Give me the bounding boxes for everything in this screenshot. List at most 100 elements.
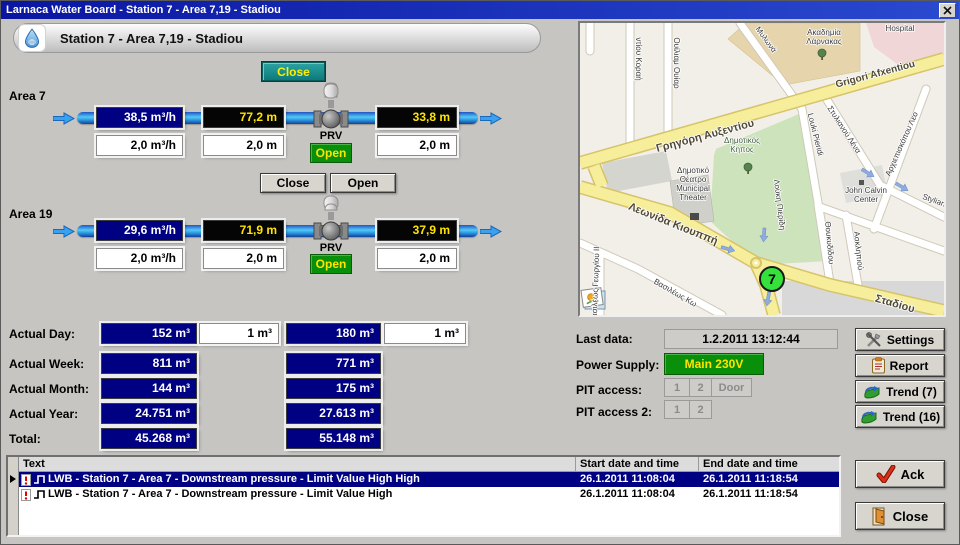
svg-text:Θέατρο: Θέατρο — [680, 175, 707, 184]
door-icon — [872, 507, 888, 526]
area19-open-button[interactable]: Open — [330, 173, 396, 193]
close-button-label: Close — [893, 509, 928, 524]
alarm-end: 26.1.2011 11:18:54 — [699, 487, 835, 502]
page-title: Station 7 - Area 7,19 - Stadiou — [60, 31, 243, 46]
total-label: Total: — [9, 432, 41, 446]
area7-downstream-setpoint-input[interactable]: 2,0 m — [377, 135, 457, 156]
ack-button[interactable]: Ack — [855, 460, 945, 488]
johncalvin-icon — [859, 180, 864, 185]
water-drop-icon — [18, 24, 46, 52]
svg-text:Municipal: Municipal — [676, 184, 710, 193]
week-total-2: 771 m³ — [286, 353, 381, 374]
svg-text:Κήπος: Κήπος — [730, 145, 754, 154]
alarm-step-icon — [33, 474, 46, 485]
flow-out-arrow — [480, 225, 502, 238]
area19-downstream-pressure: 37,9 m — [377, 220, 457, 241]
area7-prv-status: Open — [310, 143, 352, 163]
area7-label: Area 7 — [9, 89, 46, 103]
svg-text:7: 7 — [768, 271, 776, 287]
area19-prv-status: Open — [310, 254, 352, 274]
tools-icon — [866, 332, 882, 348]
flow-out-arrow — [480, 112, 502, 125]
settings-button[interactable]: Settings — [855, 328, 945, 351]
area19-close-button[interactable]: Close — [260, 173, 326, 193]
alarm-col-end[interactable]: End date and time — [699, 457, 839, 472]
area19-upstream-setpoint-input[interactable]: 2,0 m — [203, 248, 284, 269]
trend-icon — [863, 385, 881, 399]
day-total-2: 180 m³ — [286, 323, 381, 344]
svg-text:Center: Center — [854, 195, 878, 204]
trend16-button[interactable]: Trend (16) — [855, 405, 945, 428]
alarm-state-icon — [21, 474, 31, 486]
alarm-start: 26.1.2011 11:08:04 — [576, 472, 699, 487]
area19-downstream-setpoint-input[interactable]: 2,0 m — [377, 248, 457, 269]
area7-upstream-setpoint-input[interactable]: 2,0 m — [203, 135, 284, 156]
pit-access2-label: PIT access 2: — [576, 405, 652, 419]
title-bar: Larnaca Water Board - Station 7 - Area 7… — [1, 1, 959, 19]
power-supply-label: Power Supply: — [576, 358, 659, 372]
station-marker[interactable]: 7 — [760, 267, 784, 291]
alarm-marker-column — [8, 457, 19, 535]
area19-flow-value: 29,6 m³/h — [96, 220, 183, 241]
pit1-indicator-door: Door — [711, 378, 752, 397]
svg-text:ντίου Κοραή: ντίου Κοραή — [634, 37, 643, 80]
area19-flow-setpoint-input[interactable]: 2,0 m³/h — [96, 248, 183, 269]
grand-total-2: 55.148 m³ — [286, 428, 381, 449]
area7-flow-setpoint-input[interactable]: 2,0 m³/h — [96, 135, 183, 156]
actual-day-label: Actual Day: — [9, 327, 75, 341]
area19-label: Area 19 — [9, 207, 52, 221]
pit2-indicator-2: 2 — [689, 400, 712, 419]
area7-upstream-pressure: 77,2 m — [203, 107, 284, 128]
month-total-2: 175 m³ — [286, 378, 381, 399]
app-window: Larnaca Water Board - Station 7 - Area 7… — [0, 0, 960, 545]
close-button[interactable]: Close — [855, 502, 945, 530]
page-header: Station 7 - Area 7,19 - Stadiou — [13, 23, 541, 53]
area7-flow-value: 38,5 m³/h — [96, 107, 183, 128]
area7-close-button[interactable]: Close — [262, 62, 325, 81]
trend7-button-label: Trend (7) — [886, 385, 937, 399]
area7-prv-label: PRV — [311, 130, 351, 142]
svg-text:Ακαδημία: Ακαδημία — [807, 28, 841, 37]
alarm-col-text[interactable]: Text — [19, 457, 576, 472]
month-total-1: 144 m³ — [101, 378, 197, 399]
roundabout-center — [755, 262, 758, 265]
week-total-1: 811 m³ — [101, 353, 197, 374]
pit-access-label: PIT access: — [576, 383, 642, 397]
alarm-text: LWB - Station 7 - Area 7 - Downstream pr… — [48, 487, 392, 502]
ack-button-label: Ack — [901, 467, 925, 482]
trend7-button[interactable]: Trend (7) — [855, 380, 945, 403]
alarm-step-icon — [33, 489, 46, 500]
flow-in-arrow — [53, 112, 75, 125]
day-input-2[interactable]: 1 m³ — [384, 323, 466, 344]
grand-total-1: 45.268 m³ — [101, 428, 197, 449]
area19-prv-label: PRV — [311, 242, 351, 254]
alarm-text: LWB - Station 7 - Area 7 - Downstream pr… — [48, 472, 420, 487]
svg-text:Δημοτικό: Δημοτικό — [677, 166, 710, 175]
svg-text:John Calvin: John Calvin — [845, 186, 887, 195]
day-total-1: 152 m³ — [101, 323, 197, 344]
check-icon — [876, 465, 896, 483]
day-input-1[interactable]: 1 m³ — [199, 323, 279, 344]
year-total-1: 24.751 m³ — [101, 403, 197, 424]
report-button[interactable]: Report — [855, 354, 945, 377]
area19-upstream-pressure: 71,9 m — [203, 220, 284, 241]
pit2-indicator-1: 1 — [664, 400, 690, 419]
alarm-row[interactable]: LWB - Station 7 - Area 7 - Downstream pr… — [19, 472, 839, 487]
actual-week-label: Actual Week: — [9, 357, 84, 371]
area7-downstream-pressure: 33,8 m — [377, 107, 457, 128]
alarm-table: Text Start date and time End date and ti… — [6, 455, 841, 537]
pit1-indicator-1: 1 — [664, 378, 690, 397]
svg-text:Hospital: Hospital — [886, 24, 915, 33]
map-panel[interactable]: Ακαδημία Λάρνακας Hospital Grigori Afxen… — [578, 21, 946, 317]
pit1-indicator-2: 2 — [689, 378, 712, 397]
area7-prv-valve-icon — [313, 82, 349, 130]
alarm-row[interactable]: LWB - Station 7 - Area 7 - Downstream pr… — [19, 487, 839, 502]
window-close-button[interactable] — [939, 3, 956, 18]
close-icon — [943, 6, 952, 15]
last-data-label: Last data: — [576, 332, 633, 346]
svg-text:Ουίλιαμ Ουίαρ: Ουίλιαμ Ουίαρ — [672, 37, 681, 89]
window-title: Larnaca Water Board - Station 7 - Area 7… — [1, 4, 281, 16]
alarm-end: 26.1.2011 11:18:54 — [699, 472, 835, 487]
alarm-col-start[interactable]: Start date and time — [576, 457, 699, 472]
actual-year-label: Actual Year: — [9, 407, 78, 421]
